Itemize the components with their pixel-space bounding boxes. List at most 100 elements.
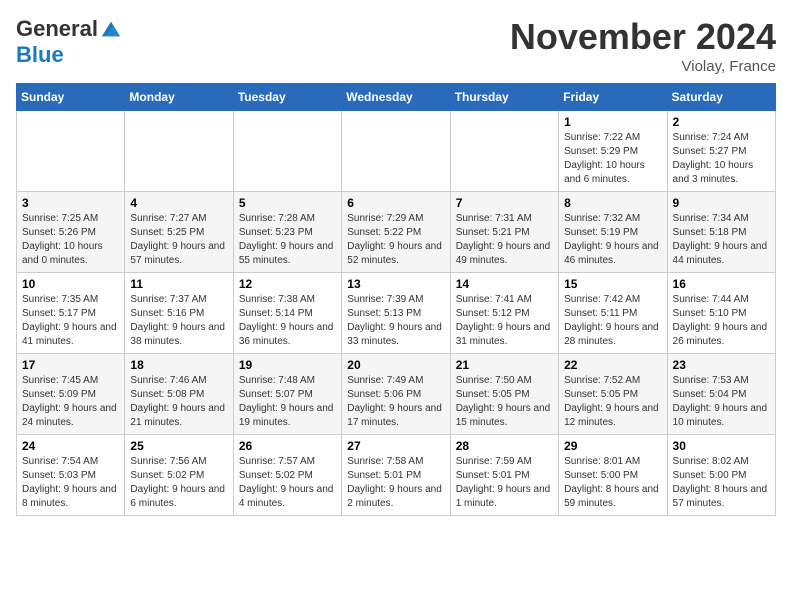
- calendar-cell: 12 Sunrise: 7:38 AM Sunset: 5:14 PM Dayli…: [233, 273, 341, 354]
- day-number: 28: [456, 439, 553, 453]
- day-info: Sunrise: 7:34 AM Sunset: 5:18 PM Dayligh…: [673, 212, 770, 268]
- day-number: 12: [239, 277, 336, 291]
- calendar-cell: 19Sunrise: 7:48 AM Sunset: 5:07 PM Dayli…: [233, 354, 341, 435]
- logo-blue-text: Blue: [16, 42, 64, 67]
- calendar-cell: 24 Sunrise: 7:54 AM Sunset: 5:03 PM Dayli…: [17, 435, 125, 516]
- day-number: 3: [22, 196, 119, 210]
- calendar-table: SundayMondayTuesdayWednesdayThursdayFrid…: [16, 83, 776, 516]
- calendar-cell: 6Sunrise: 7:29 AM Sunset: 5:22 PM Daylig…: [342, 192, 450, 273]
- day-info: Sunrise: 7:49 AM Sunset: 5:06 PM Dayligh…: [347, 374, 444, 430]
- logo-icon: [100, 18, 122, 40]
- day-number: 29: [564, 439, 661, 453]
- weekday-header-tuesday: Tuesday: [233, 84, 341, 111]
- day-number: 15: [564, 277, 661, 291]
- title-block: November 2024 Violay, France: [510, 16, 776, 75]
- location: Violay, France: [510, 58, 776, 75]
- calendar-cell: 3 Sunrise: 7:25 AM Sunset: 5:26 PM Daylig…: [17, 192, 125, 273]
- day-info: Sunrise: 8:02 AM Sunset: 5:00 PM Dayligh…: [673, 455, 770, 511]
- weekday-header-wednesday: Wednesday: [342, 84, 450, 111]
- weekday-header-friday: Friday: [559, 84, 667, 111]
- day-number: 23: [673, 358, 770, 372]
- calendar-cell: 18Sunrise: 7:46 AM Sunset: 5:08 PM Dayli…: [125, 354, 233, 435]
- weekday-header-monday: Monday: [125, 84, 233, 111]
- day-info: Sunrise: 7:31 AM Sunset: 5:21 PM Dayligh…: [456, 212, 553, 268]
- day-number: 14: [456, 277, 553, 291]
- day-number: 22: [564, 358, 661, 372]
- calendar-cell: 23 Sunrise: 7:53 AM Sunset: 5:04 PM Dayli…: [667, 354, 775, 435]
- calendar-cell: 5Sunrise: 7:28 AM Sunset: 5:23 PM Daylig…: [233, 192, 341, 273]
- day-info: Sunrise: 7:53 AM Sunset: 5:04 PM Dayligh…: [673, 374, 770, 430]
- day-number: 24: [22, 439, 119, 453]
- calendar-cell: 1 Sunrise: 7:22 AM Sunset: 5:29 PM Daylig…: [559, 111, 667, 192]
- calendar-cell: 14 Sunrise: 7:41 AM Sunset: 5:12 PM Dayli…: [450, 273, 558, 354]
- calendar-cell: 29 Sunrise: 8:01 AM Sunset: 5:00 PM Dayli…: [559, 435, 667, 516]
- calendar-cell: 13 Sunrise: 7:39 AM Sunset: 5:13 PM Dayli…: [342, 273, 450, 354]
- calendar-cell: 20 Sunrise: 7:49 AM Sunset: 5:06 PM Dayli…: [342, 354, 450, 435]
- day-number: 13: [347, 277, 444, 291]
- calendar-cell: 22Sunrise: 7:52 AM Sunset: 5:05 PM Dayli…: [559, 354, 667, 435]
- calendar-cell: 15 Sunrise: 7:42 AM Sunset: 5:11 PM Dayli…: [559, 273, 667, 354]
- day-number: 7: [456, 196, 553, 210]
- calendar-cell: 30 Sunrise: 8:02 AM Sunset: 5:00 PM Dayli…: [667, 435, 775, 516]
- day-info: Sunrise: 7:28 AM Sunset: 5:23 PM Dayligh…: [239, 212, 336, 268]
- day-number: 20: [347, 358, 444, 372]
- day-info: Sunrise: 7:48 AM Sunset: 5:07 PM Dayligh…: [239, 374, 336, 430]
- calendar-cell: 26Sunrise: 7:57 AM Sunset: 5:02 PM Dayli…: [233, 435, 341, 516]
- calendar-cell: 27Sunrise: 7:58 AM Sunset: 5:01 PM Dayli…: [342, 435, 450, 516]
- day-number: 17: [22, 358, 119, 372]
- logo: General Blue: [16, 16, 122, 68]
- calendar-cell: 11Sunrise: 7:37 AM Sunset: 5:16 PM Dayli…: [125, 273, 233, 354]
- day-info: Sunrise: 7:50 AM Sunset: 5:05 PM Dayligh…: [456, 374, 553, 430]
- day-number: 16: [673, 277, 770, 291]
- logo-general-text: General: [16, 16, 98, 42]
- calendar-cell: [450, 111, 558, 192]
- day-info: Sunrise: 7:25 AM Sunset: 5:26 PM Dayligh…: [22, 212, 119, 268]
- calendar-week-3: 10Sunrise: 7:35 AM Sunset: 5:17 PM Dayli…: [17, 273, 776, 354]
- calendar-cell: 8 Sunrise: 7:32 AM Sunset: 5:19 PM Daylig…: [559, 192, 667, 273]
- day-number: 25: [130, 439, 227, 453]
- calendar-cell: 4Sunrise: 7:27 AM Sunset: 5:25 PM Daylig…: [125, 192, 233, 273]
- calendar-cell: [233, 111, 341, 192]
- calendar-cell: [17, 111, 125, 192]
- day-number: 11: [130, 277, 227, 291]
- day-number: 6: [347, 196, 444, 210]
- day-info: Sunrise: 7:27 AM Sunset: 5:25 PM Dayligh…: [130, 212, 227, 268]
- day-info: Sunrise: 7:56 AM Sunset: 5:02 PM Dayligh…: [130, 455, 227, 511]
- calendar-cell: 2 Sunrise: 7:24 AM Sunset: 5:27 PM Daylig…: [667, 111, 775, 192]
- day-info: Sunrise: 7:38 AM Sunset: 5:14 PM Dayligh…: [239, 293, 336, 349]
- day-number: 8: [564, 196, 661, 210]
- day-info: Sunrise: 7:32 AM Sunset: 5:19 PM Dayligh…: [564, 212, 661, 268]
- calendar-cell: 9Sunrise: 7:34 AM Sunset: 5:18 PM Daylig…: [667, 192, 775, 273]
- calendar-cell: 16 Sunrise: 7:44 AM Sunset: 5:10 PM Dayli…: [667, 273, 775, 354]
- calendar-cell: 7 Sunrise: 7:31 AM Sunset: 5:21 PM Daylig…: [450, 192, 558, 273]
- calendar-cell: 17 Sunrise: 7:45 AM Sunset: 5:09 PM Dayli…: [17, 354, 125, 435]
- day-number: 1: [564, 115, 661, 129]
- calendar-cell: [342, 111, 450, 192]
- day-number: 26: [239, 439, 336, 453]
- day-info: Sunrise: 7:24 AM Sunset: 5:27 PM Dayligh…: [673, 131, 770, 187]
- day-info: Sunrise: 7:46 AM Sunset: 5:08 PM Dayligh…: [130, 374, 227, 430]
- day-number: 2: [673, 115, 770, 129]
- weekday-header-saturday: Saturday: [667, 84, 775, 111]
- calendar-week-1: 1 Sunrise: 7:22 AM Sunset: 5:29 PM Daylig…: [17, 111, 776, 192]
- calendar-cell: 25 Sunrise: 7:56 AM Sunset: 5:02 PM Dayli…: [125, 435, 233, 516]
- day-info: Sunrise: 8:01 AM Sunset: 5:00 PM Dayligh…: [564, 455, 661, 511]
- day-info: Sunrise: 7:54 AM Sunset: 5:03 PM Dayligh…: [22, 455, 119, 511]
- calendar-cell: 21Sunrise: 7:50 AM Sunset: 5:05 PM Dayli…: [450, 354, 558, 435]
- calendar-week-5: 24 Sunrise: 7:54 AM Sunset: 5:03 PM Dayli…: [17, 435, 776, 516]
- day-info: Sunrise: 7:35 AM Sunset: 5:17 PM Dayligh…: [22, 293, 119, 349]
- day-info: Sunrise: 7:41 AM Sunset: 5:12 PM Dayligh…: [456, 293, 553, 349]
- day-number: 30: [673, 439, 770, 453]
- month-title: November 2024: [510, 16, 776, 58]
- day-info: Sunrise: 7:58 AM Sunset: 5:01 PM Dayligh…: [347, 455, 444, 511]
- day-info: Sunrise: 7:42 AM Sunset: 5:11 PM Dayligh…: [564, 293, 661, 349]
- day-info: Sunrise: 7:59 AM Sunset: 5:01 PM Dayligh…: [456, 455, 553, 511]
- calendar-week-2: 3 Sunrise: 7:25 AM Sunset: 5:26 PM Daylig…: [17, 192, 776, 273]
- day-info: Sunrise: 7:39 AM Sunset: 5:13 PM Dayligh…: [347, 293, 444, 349]
- day-info: Sunrise: 7:44 AM Sunset: 5:10 PM Dayligh…: [673, 293, 770, 349]
- day-info: Sunrise: 7:45 AM Sunset: 5:09 PM Dayligh…: [22, 374, 119, 430]
- calendar-cell: [125, 111, 233, 192]
- day-info: Sunrise: 7:22 AM Sunset: 5:29 PM Dayligh…: [564, 131, 661, 187]
- calendar-cell: 10Sunrise: 7:35 AM Sunset: 5:17 PM Dayli…: [17, 273, 125, 354]
- weekday-header-sunday: Sunday: [17, 84, 125, 111]
